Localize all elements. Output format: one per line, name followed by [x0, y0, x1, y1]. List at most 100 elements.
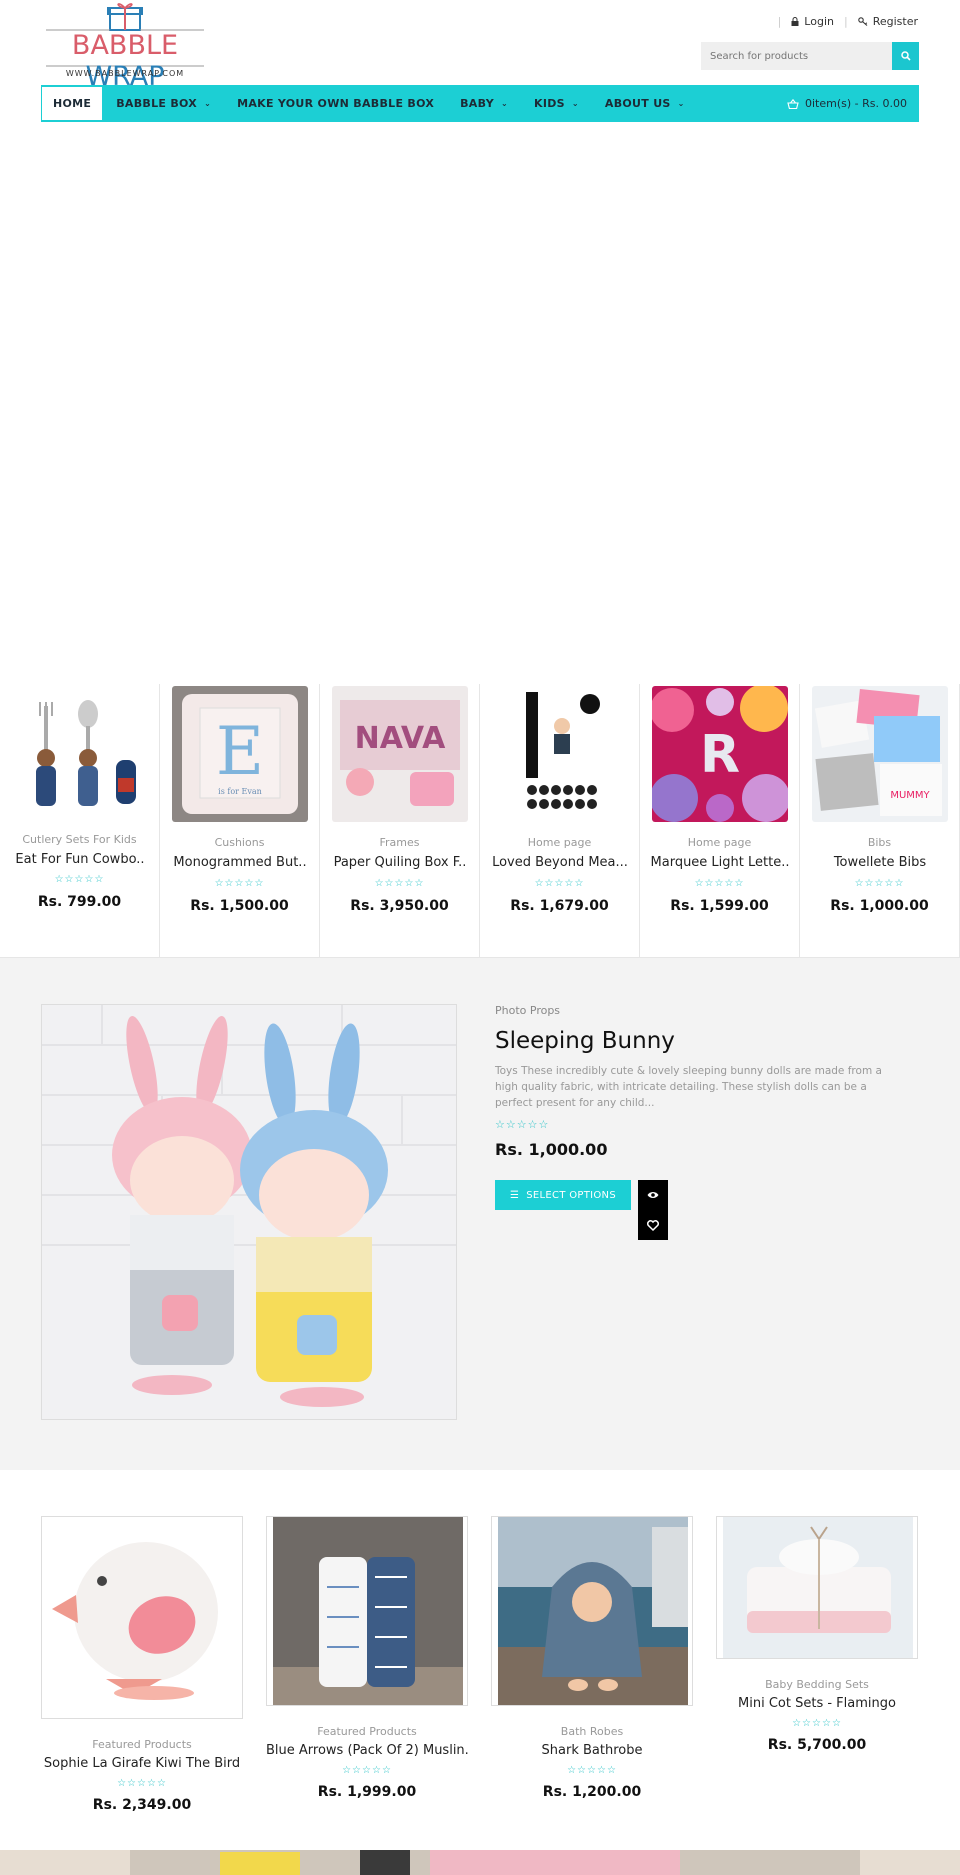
- featured-product-description: Toys These incredibly cute & lovely slee…: [495, 1065, 882, 1109]
- product-image[interactable]: MUMMY: [812, 686, 948, 822]
- product-card[interactable]: Home page Loved Beyond Mea... ☆☆☆☆☆ Rs. …: [480, 684, 640, 958]
- register-link[interactable]: Register: [857, 15, 918, 28]
- login-link[interactable]: Login: [791, 15, 834, 28]
- product-name[interactable]: Eat For Fun Cowbo..: [6, 852, 154, 867]
- product-category[interactable]: Cushions: [160, 836, 319, 849]
- search-button[interactable]: [892, 42, 919, 70]
- svg-text:MUMMY: MUMMY: [890, 790, 930, 801]
- header: BABBLE WRAP WWW.BABBLEWRAP.COM | Login |…: [0, 0, 960, 92]
- rating-stars: ☆☆☆☆☆: [854, 878, 905, 889]
- rating-stars: ☆☆☆☆☆: [534, 878, 585, 889]
- product-image[interactable]: R: [652, 686, 788, 822]
- product-category[interactable]: Frames: [320, 836, 479, 849]
- nav-about-us[interactable]: ABOUT US ⌄: [592, 85, 698, 122]
- featured-product-price: Rs. 1,000.00: [495, 1140, 608, 1159]
- product-image[interactable]: NAVA: [332, 686, 468, 822]
- product-category[interactable]: Home page: [480, 836, 639, 849]
- featured-action-icons: [638, 1180, 668, 1240]
- product-category[interactable]: Bibs: [800, 836, 959, 849]
- cart-label: 0item(s) - Rs. 0.00: [805, 97, 907, 110]
- key-icon: [857, 17, 868, 26]
- product-card[interactable]: MUMMY Bibs Towellete Bibs ☆☆☆☆☆ Rs. 1,00…: [800, 684, 960, 958]
- product-category[interactable]: Featured Products: [41, 1738, 243, 1751]
- product-name[interactable]: Monogrammed But..: [166, 855, 314, 870]
- product-image[interactable]: [18, 692, 142, 816]
- site-logo[interactable]: BABBLE WRAP WWW.BABBLEWRAP.COM: [44, 2, 206, 92]
- featured-product-image[interactable]: [41, 1004, 457, 1420]
- rating-stars: ☆☆☆☆☆: [374, 878, 425, 889]
- chevron-down-icon: ⌄: [204, 99, 212, 108]
- product-card[interactable]: Bath Robes Shark Bathrobe ☆☆☆☆☆ Rs. 1,20…: [491, 1516, 693, 1806]
- product-category[interactable]: Home page: [640, 836, 799, 849]
- heart-icon: [647, 1219, 659, 1231]
- wishlist-button[interactable]: [638, 1210, 668, 1240]
- product-category[interactable]: Bath Robes: [491, 1725, 693, 1738]
- product-name[interactable]: Blue Arrows (Pack Of 2) Muslin.: [266, 1743, 468, 1758]
- quick-view-button[interactable]: [638, 1180, 668, 1210]
- chevron-down-icon: ⌄: [571, 99, 579, 108]
- product-price: Rs. 1,200.00: [542, 1784, 642, 1800]
- nav-home[interactable]: HOME: [42, 87, 103, 120]
- featured-product-title[interactable]: Sleeping Bunny: [495, 1028, 675, 1054]
- towellete-bibs-image: MUMMY: [812, 686, 948, 822]
- product-image[interactable]: [41, 1516, 243, 1719]
- search-input[interactable]: [701, 42, 891, 70]
- chevron-down-icon: ⌄: [500, 99, 508, 108]
- chevron-down-icon: ⌄: [677, 99, 685, 108]
- product-card[interactable]: Featured Products Sophie La Girafe Kiwi …: [41, 1516, 243, 1816]
- cot-set-image: [717, 1517, 917, 1658]
- marquee-letter-image: R: [652, 686, 788, 822]
- product-carousel: Cutlery Sets For Kids Eat For Fun Cowbo.…: [0, 684, 960, 958]
- svg-text:R: R: [700, 725, 740, 785]
- product-card[interactable]: E is for Evan Cushions Monogrammed But..…: [160, 684, 320, 958]
- product-name[interactable]: Paper Quiling Box F..: [326, 855, 474, 870]
- nav-make-your-own-babble-box[interactable]: MAKE YOUR OWN BABBLE BOX: [224, 85, 447, 122]
- select-options-button[interactable]: ☰ SELECT OPTIONS: [495, 1180, 631, 1210]
- product-image[interactable]: [491, 1516, 693, 1706]
- product-card[interactable]: Featured Products Blue Arrows (Pack Of 2…: [266, 1516, 468, 1806]
- product-price: Rs. 3,950.00: [350, 898, 449, 914]
- product-price: Rs. 1,999.00: [317, 1784, 417, 1800]
- product-name[interactable]: Marquee Light Lette..: [646, 855, 794, 870]
- product-name[interactable]: Towellete Bibs: [806, 855, 954, 870]
- product-price: Rs. 2,349.00: [92, 1797, 192, 1813]
- product-image[interactable]: E is for Evan: [172, 686, 308, 822]
- promo-banner-image[interactable]: [0, 1850, 960, 1875]
- product-card[interactable]: NAVA Frames Paper Quiling Box F.. ☆☆☆☆☆ …: [320, 684, 480, 958]
- kiwi-bird-toy-image: [42, 1517, 242, 1718]
- product-image[interactable]: [266, 1516, 468, 1706]
- lock-icon: [791, 17, 799, 26]
- product-price: Rs. 1,599.00: [670, 898, 769, 914]
- account-links: | Login | Register: [777, 15, 918, 28]
- product-name[interactable]: Loved Beyond Mea...: [486, 855, 634, 870]
- product-category[interactable]: Featured Products: [266, 1725, 468, 1738]
- product-category[interactable]: Baby Bedding Sets: [716, 1678, 918, 1691]
- logo-wordmark: BABBLE WRAP: [71, 30, 179, 92]
- featured-product-category[interactable]: Photo Props: [495, 1004, 560, 1017]
- rating-stars: ☆☆☆☆☆: [567, 1765, 617, 1776]
- product-card[interactable]: Baby Bedding Sets Mini Cot Sets - Flamin…: [716, 1516, 918, 1766]
- nav-baby[interactable]: BABY ⌄: [447, 85, 521, 122]
- product-name[interactable]: Mini Cot Sets - Flamingo: [716, 1696, 918, 1711]
- rating-stars: ☆☆☆☆☆: [54, 874, 105, 885]
- product-image[interactable]: [716, 1516, 918, 1659]
- product-price: Rs. 5,700.00: [767, 1737, 867, 1753]
- nav-babble-box[interactable]: BABBLE BOX ⌄: [103, 85, 224, 122]
- menu-icon: ☰: [510, 1189, 520, 1201]
- register-label: Register: [872, 15, 918, 28]
- product-category[interactable]: Cutlery Sets For Kids: [0, 833, 159, 846]
- cart-summary[interactable]: 0item(s) - Rs. 0.00: [787, 97, 919, 110]
- search-icon: [900, 51, 911, 61]
- product-image[interactable]: [492, 686, 628, 822]
- nav-kids[interactable]: KIDS ⌄: [521, 85, 592, 122]
- product-name[interactable]: Sophie La Girafe Kiwi The Bird: [41, 1756, 243, 1771]
- product-name[interactable]: Shark Bathrobe: [491, 1743, 693, 1758]
- product-price: Rs. 799.00: [37, 894, 122, 910]
- product-card[interactable]: Cutlery Sets For Kids Eat For Fun Cowbo.…: [0, 684, 160, 958]
- svg-text:E: E: [216, 713, 264, 790]
- sleeping-bunny-image: [42, 1005, 456, 1419]
- product-card[interactable]: R Home page Marquee Light Lette.. ☆☆☆☆☆ …: [640, 684, 800, 958]
- rating-stars: ☆☆☆☆☆: [495, 1118, 550, 1131]
- rating-stars: ☆☆☆☆☆: [214, 878, 265, 889]
- paper-quilling-frame-image: NAVA: [332, 686, 468, 822]
